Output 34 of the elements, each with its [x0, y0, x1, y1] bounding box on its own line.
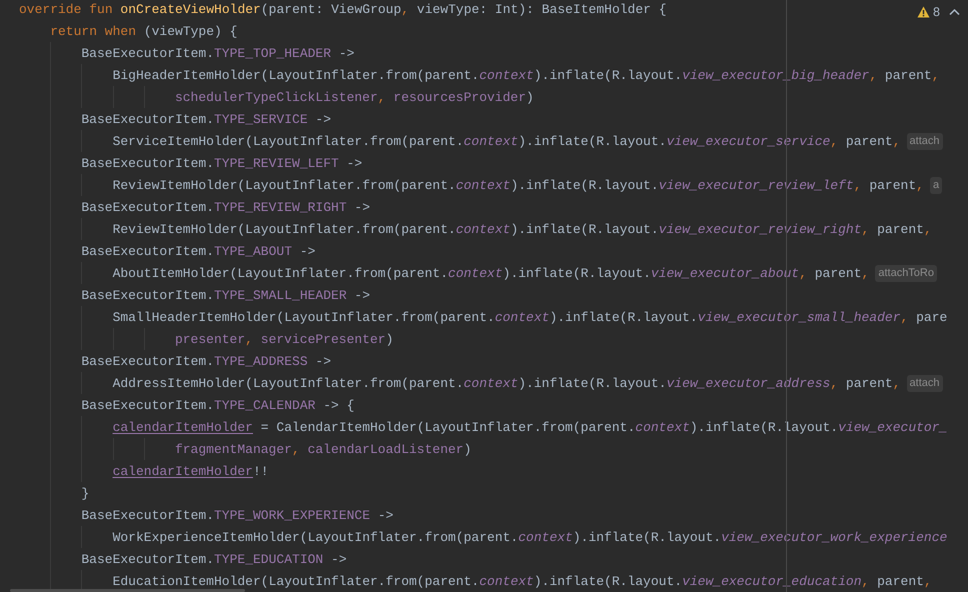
code-line: return when (viewType) { [50, 24, 238, 38]
code-line: AboutItemHolder(LayoutInflater.from(parent.context).inflate(R.layout.view_executor_about, parent, [112, 266, 870, 280]
code-line: BaseExecutorItem.TYPE_TOP_HEADER -> [81, 46, 354, 60]
code-line: EducationItemHolder(LayoutInflater.from(parent.context).inflate(R.layout.view_executor_education, parent, [112, 574, 932, 588]
code-line: ServiceItemHolder(LayoutInflater.from(parent.context).inflate(R.layout.view_executor_service, parent, [112, 134, 901, 148]
code-line: calendarItemHolder!! [112, 464, 269, 478]
code-line: WorkExperienceItemHolder(LayoutInflater.from(parent.context).inflate(R.layout.view_executor_work_experience [112, 530, 948, 544]
code-line: BaseExecutorItem.TYPE_REVIEW_RIGHT -> [81, 200, 370, 214]
horizontal-scrollbar[interactable] [10, 589, 245, 592]
code-line: override fun onCreateViewHolder(parent: ViewGroup, viewType: Int): BaseItemHolder { [19, 2, 667, 16]
code-line: ReviewItemHolder(LayoutInflater.from(parent.context).inflate(R.layout.view_executor_review_left, parent, [112, 178, 924, 192]
code-line: schedulerTypeClickListener, resourcesProvider) [174, 90, 534, 104]
code-line: BaseExecutorItem.TYPE_WORK_EXPERIENCE -> [81, 508, 394, 522]
caret-up-icon[interactable] [949, 8, 960, 16]
code-line: BaseExecutorItem.TYPE_ABOUT -> [81, 244, 316, 258]
inlay-hint: attach [906, 374, 942, 392]
code-line: ReviewItemHolder(LayoutInflater.from(parent.context).inflate(R.layout.view_executor_review_right, parent, [112, 222, 932, 236]
code-line: BaseExecutorItem.TYPE_ADDRESS -> [81, 354, 332, 368]
code-line: BaseExecutorItem.TYPE_SERVICE -> [81, 112, 332, 126]
code-line: AddressItemHolder(LayoutInflater.from(parent.context).inflate(R.layout.view_executor_address, parent, [112, 376, 901, 390]
code-line: BaseExecutorItem.TYPE_CALENDAR -> { [81, 398, 354, 412]
code-line: fragmentManager, calendarLoadListener) [174, 442, 472, 456]
code-line: } [81, 486, 90, 500]
code-line: BigHeaderItemHolder(LayoutInflater.from(parent.context).inflate(R.layout.view_executor_big_header, parent, [112, 68, 940, 82]
inlay-hint: a [930, 176, 942, 194]
code-line: presenter, servicePresenter) [174, 332, 394, 346]
inlay-hint: attach [906, 132, 942, 150]
code-line: BaseExecutorItem.TYPE_EDUCATION -> [81, 552, 347, 566]
code-line: calendarItemHolder = CalendarItemHolder(LayoutInflater.from(parent.context).inflate(R.layout.view_executor_ [112, 420, 948, 434]
warning-count[interactable]: 8 [933, 3, 940, 22]
code-line: SmallHeaderItemHolder(LayoutInflater.from(parent.context).inflate(R.layout.view_executor_small_header, pare [112, 310, 948, 324]
code-line: BaseExecutorItem.TYPE_SMALL_HEADER -> [81, 288, 370, 302]
code-line: BaseExecutorItem.TYPE_REVIEW_LEFT -> [81, 156, 362, 170]
inlay-hint: attachToRo [875, 264, 937, 282]
